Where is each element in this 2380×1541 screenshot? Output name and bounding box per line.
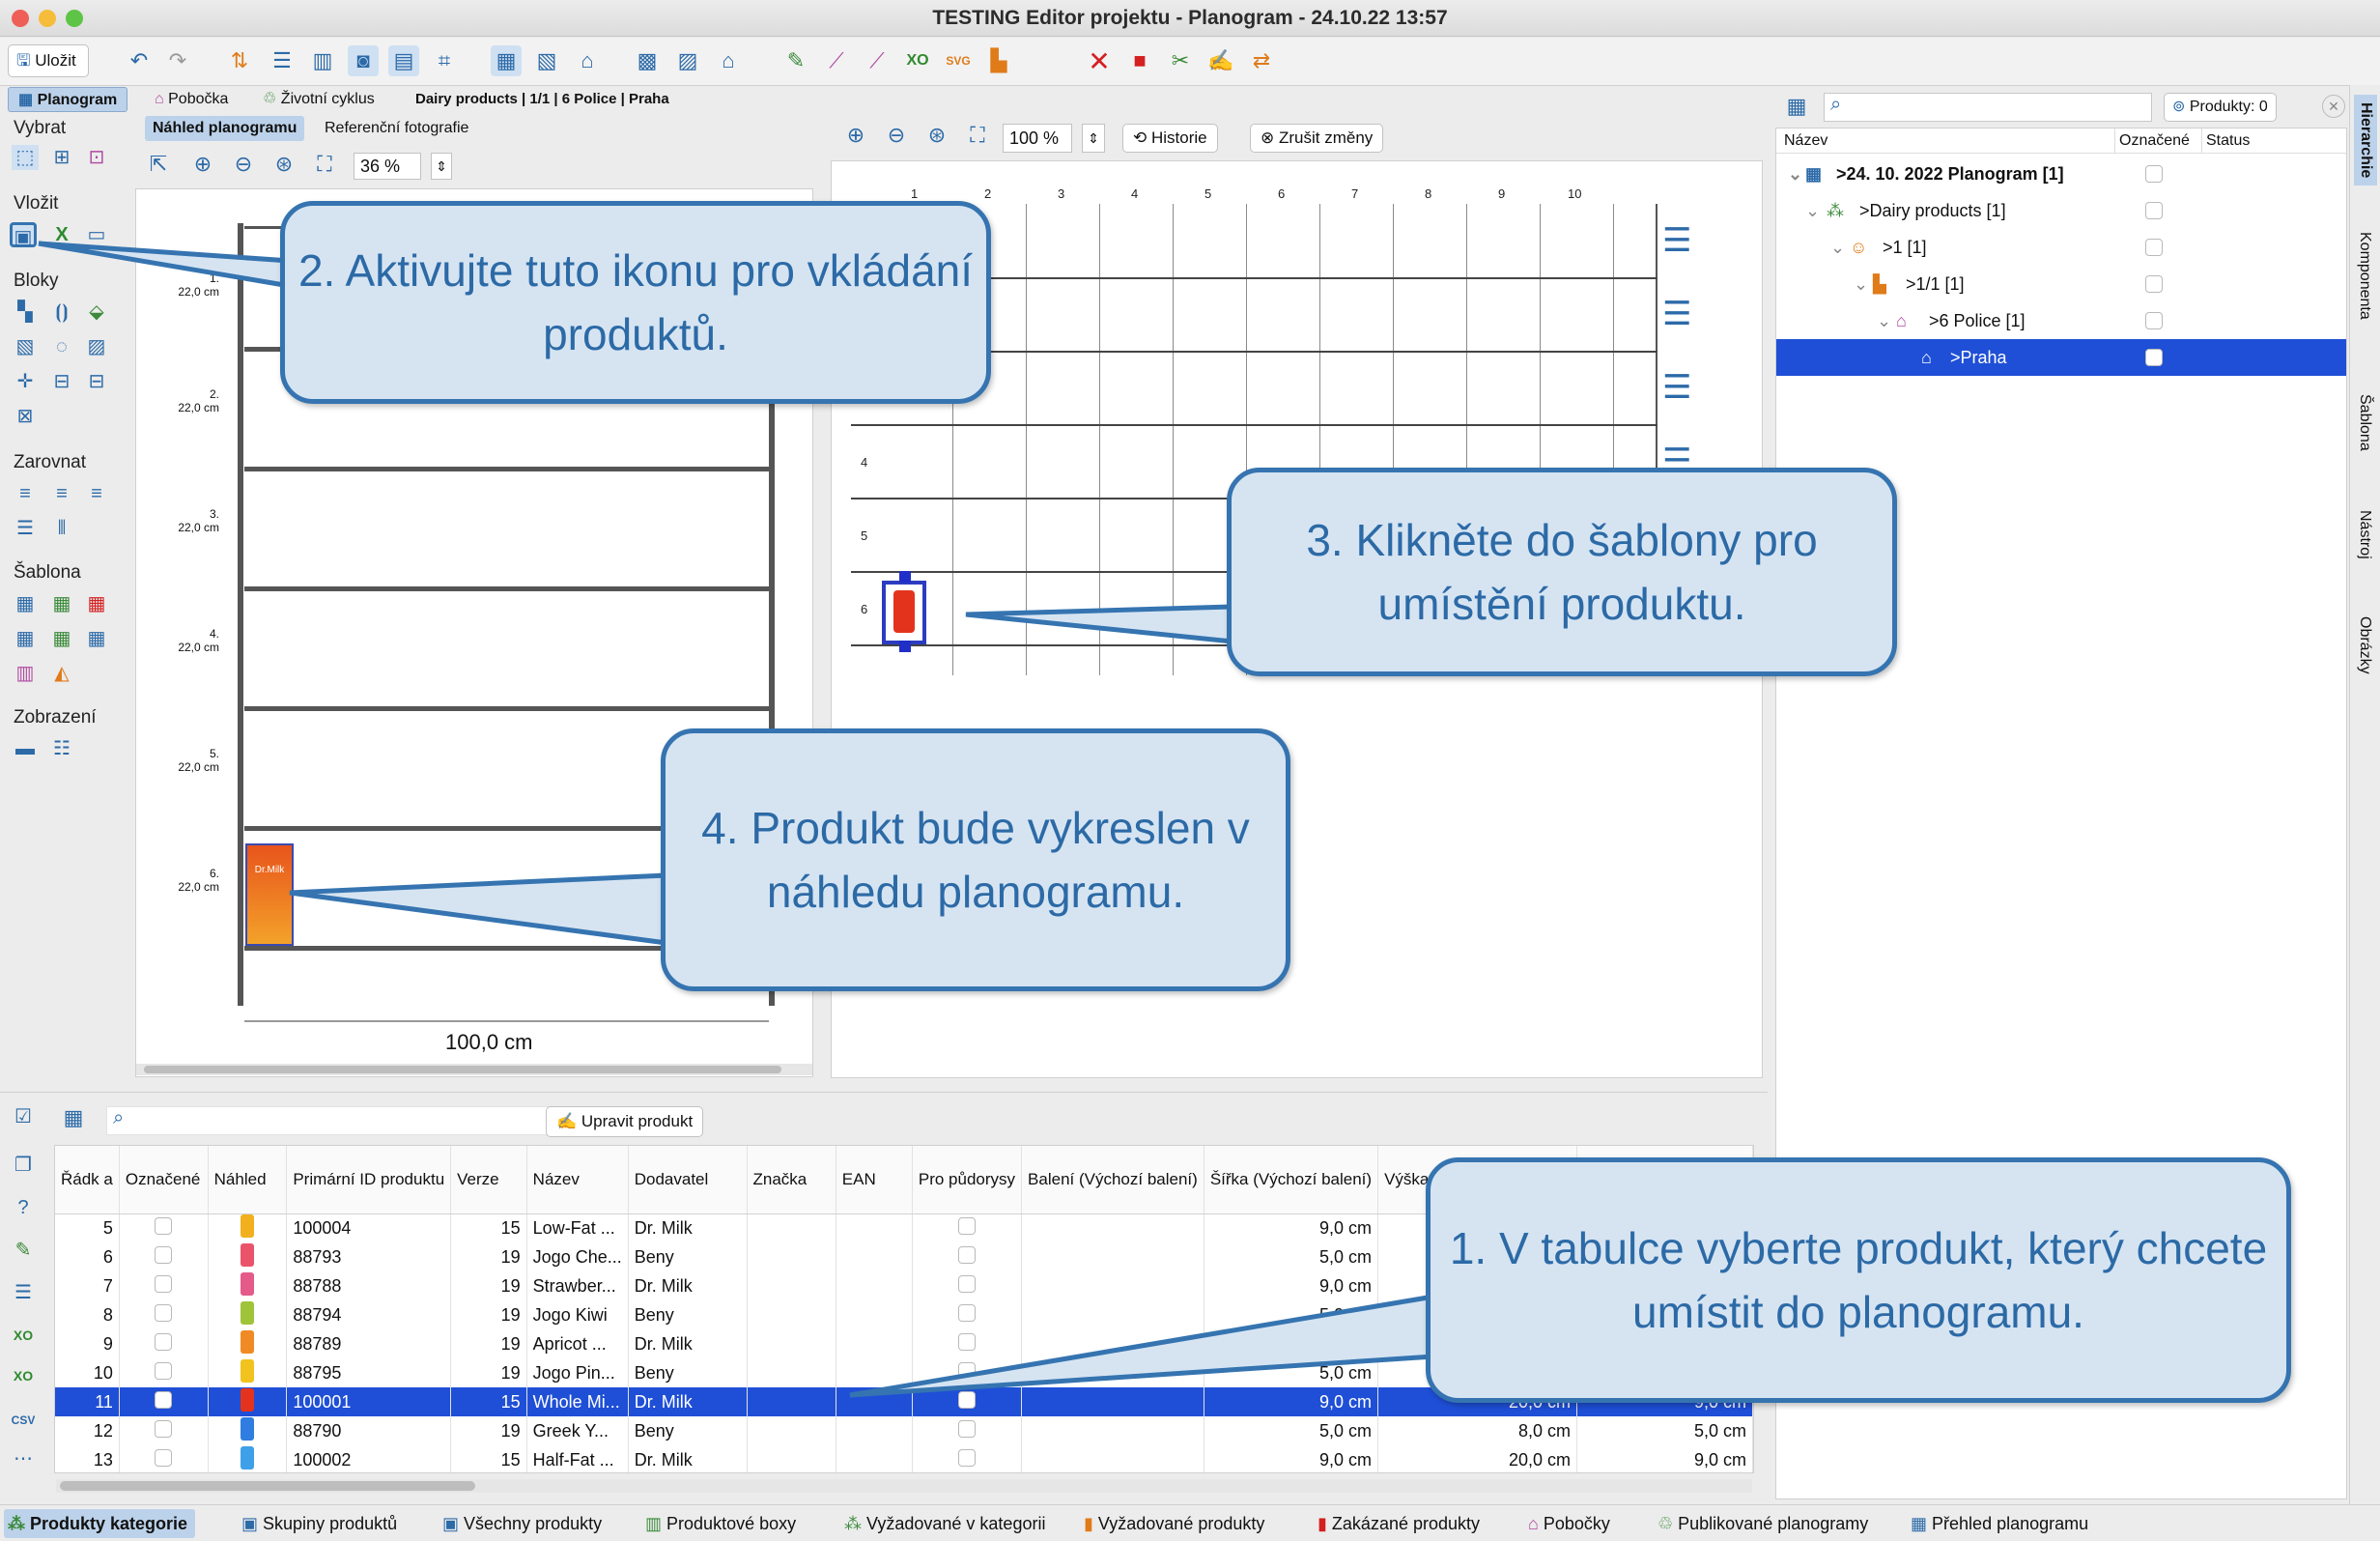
app-window: TESTING Editor projektu - Planogram - 24… (0, 0, 2380, 1541)
callout-1: 1. V tabulce vyberte produkt, který chce… (1426, 1157, 2291, 1403)
callout-4-pointer (289, 872, 669, 946)
callout-4: 4. Produkt bude vykreslen v náhledu plan… (661, 728, 1290, 991)
callout-3-pointer (965, 604, 1235, 644)
callout-3: 3. Klikněte do šablony pro umístění prod… (1227, 468, 1897, 676)
callout-2-pointer (38, 241, 293, 289)
callout-1-pointer (849, 1294, 1436, 1398)
callout-2: 2. Aktivujte tuto ikonu pro vkládání pro… (280, 201, 991, 404)
